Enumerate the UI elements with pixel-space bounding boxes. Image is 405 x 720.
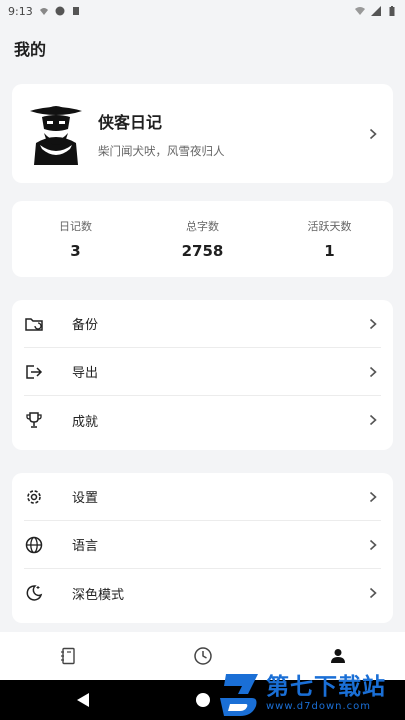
watermark-brand: 第七下载站 [266, 674, 386, 700]
chevron-right-icon [369, 318, 377, 329]
status-time: 9:13 [8, 4, 33, 18]
stat-active-days: 活跃天数 1 [266, 201, 393, 277]
chevron-right-icon [369, 539, 377, 550]
profile-name: 侠客日记 [98, 112, 163, 132]
menu-item-language[interactable]: 语言 [24, 521, 381, 569]
menu-label: 深色模式 [72, 587, 125, 603]
menu-label: 备份 [72, 318, 99, 333]
chevron-right-icon [369, 491, 377, 502]
sd-card-icon [72, 7, 79, 15]
profile-card[interactable]: 侠客日记 柴门闻犬吠，风雪夜归人 [12, 84, 393, 183]
battery-icon [389, 6, 395, 16]
chevron-right-icon [369, 587, 377, 599]
menu-label: 成就 [72, 414, 99, 430]
stat-value: 2758 [181, 242, 224, 260]
diary-book-icon [60, 647, 75, 665]
menu-label: 设置 [72, 491, 99, 506]
profile-motto: 柴门闻犬吠，风雪夜归人 [98, 143, 225, 158]
app-notification-icon [55, 6, 65, 16]
wifi-status-icon [39, 8, 48, 15]
watermark-url: www.d7down.com [266, 701, 372, 712]
cell-signal-icon [371, 6, 381, 16]
chevron-right-icon [369, 128, 377, 139]
tab-diary[interactable] [38, 632, 98, 680]
globe-icon [24, 535, 44, 555]
watermark-logo [220, 674, 258, 716]
stat-label: 日记数 [59, 220, 92, 233]
stat-label: 活跃天数 [307, 220, 352, 233]
chevron-right-icon [369, 414, 377, 426]
wifi-signal-icon [355, 7, 365, 15]
chevron-right-icon [369, 366, 377, 377]
gear-icon [24, 487, 44, 507]
stat-value: 1 [324, 242, 335, 260]
menu-card-preferences: 设置 语言 深色模式 [12, 473, 393, 623]
stat-word-count: 总字数 2758 [139, 201, 266, 277]
stat-diary-count: 日记数 3 [12, 201, 139, 277]
watermark: 第七下载站 www.d7down.com [218, 668, 400, 720]
menu-label: 语言 [72, 539, 99, 554]
menu-item-achievements[interactable]: 成就 [24, 396, 381, 444]
menu-item-dark-mode[interactable]: 深色模式 [24, 569, 381, 617]
page-title: 我的 [14, 40, 47, 59]
menu-item-backup[interactable]: 备份 [24, 300, 381, 348]
menu-card-data: 备份 导出 成就 [12, 300, 393, 450]
menu-label: 导出 [72, 366, 99, 381]
avatar [30, 105, 82, 165]
stats-card: 日记数 3 总字数 2758 活跃天数 1 [12, 201, 393, 277]
folder-sync-icon [24, 314, 44, 334]
menu-item-export[interactable]: 导出 [24, 348, 381, 396]
export-icon [24, 362, 44, 382]
stat-value: 3 [70, 242, 81, 260]
back-icon[interactable] [76, 692, 90, 708]
stat-label: 总字数 [186, 220, 219, 233]
moon-icon [24, 583, 44, 603]
person-icon [330, 649, 345, 663]
clock-icon [193, 647, 212, 665]
menu-item-settings[interactable]: 设置 [24, 473, 381, 521]
home-button[interactable] [196, 693, 210, 707]
status-bar: 9:13 [0, 0, 405, 22]
trophy-icon [24, 410, 44, 430]
